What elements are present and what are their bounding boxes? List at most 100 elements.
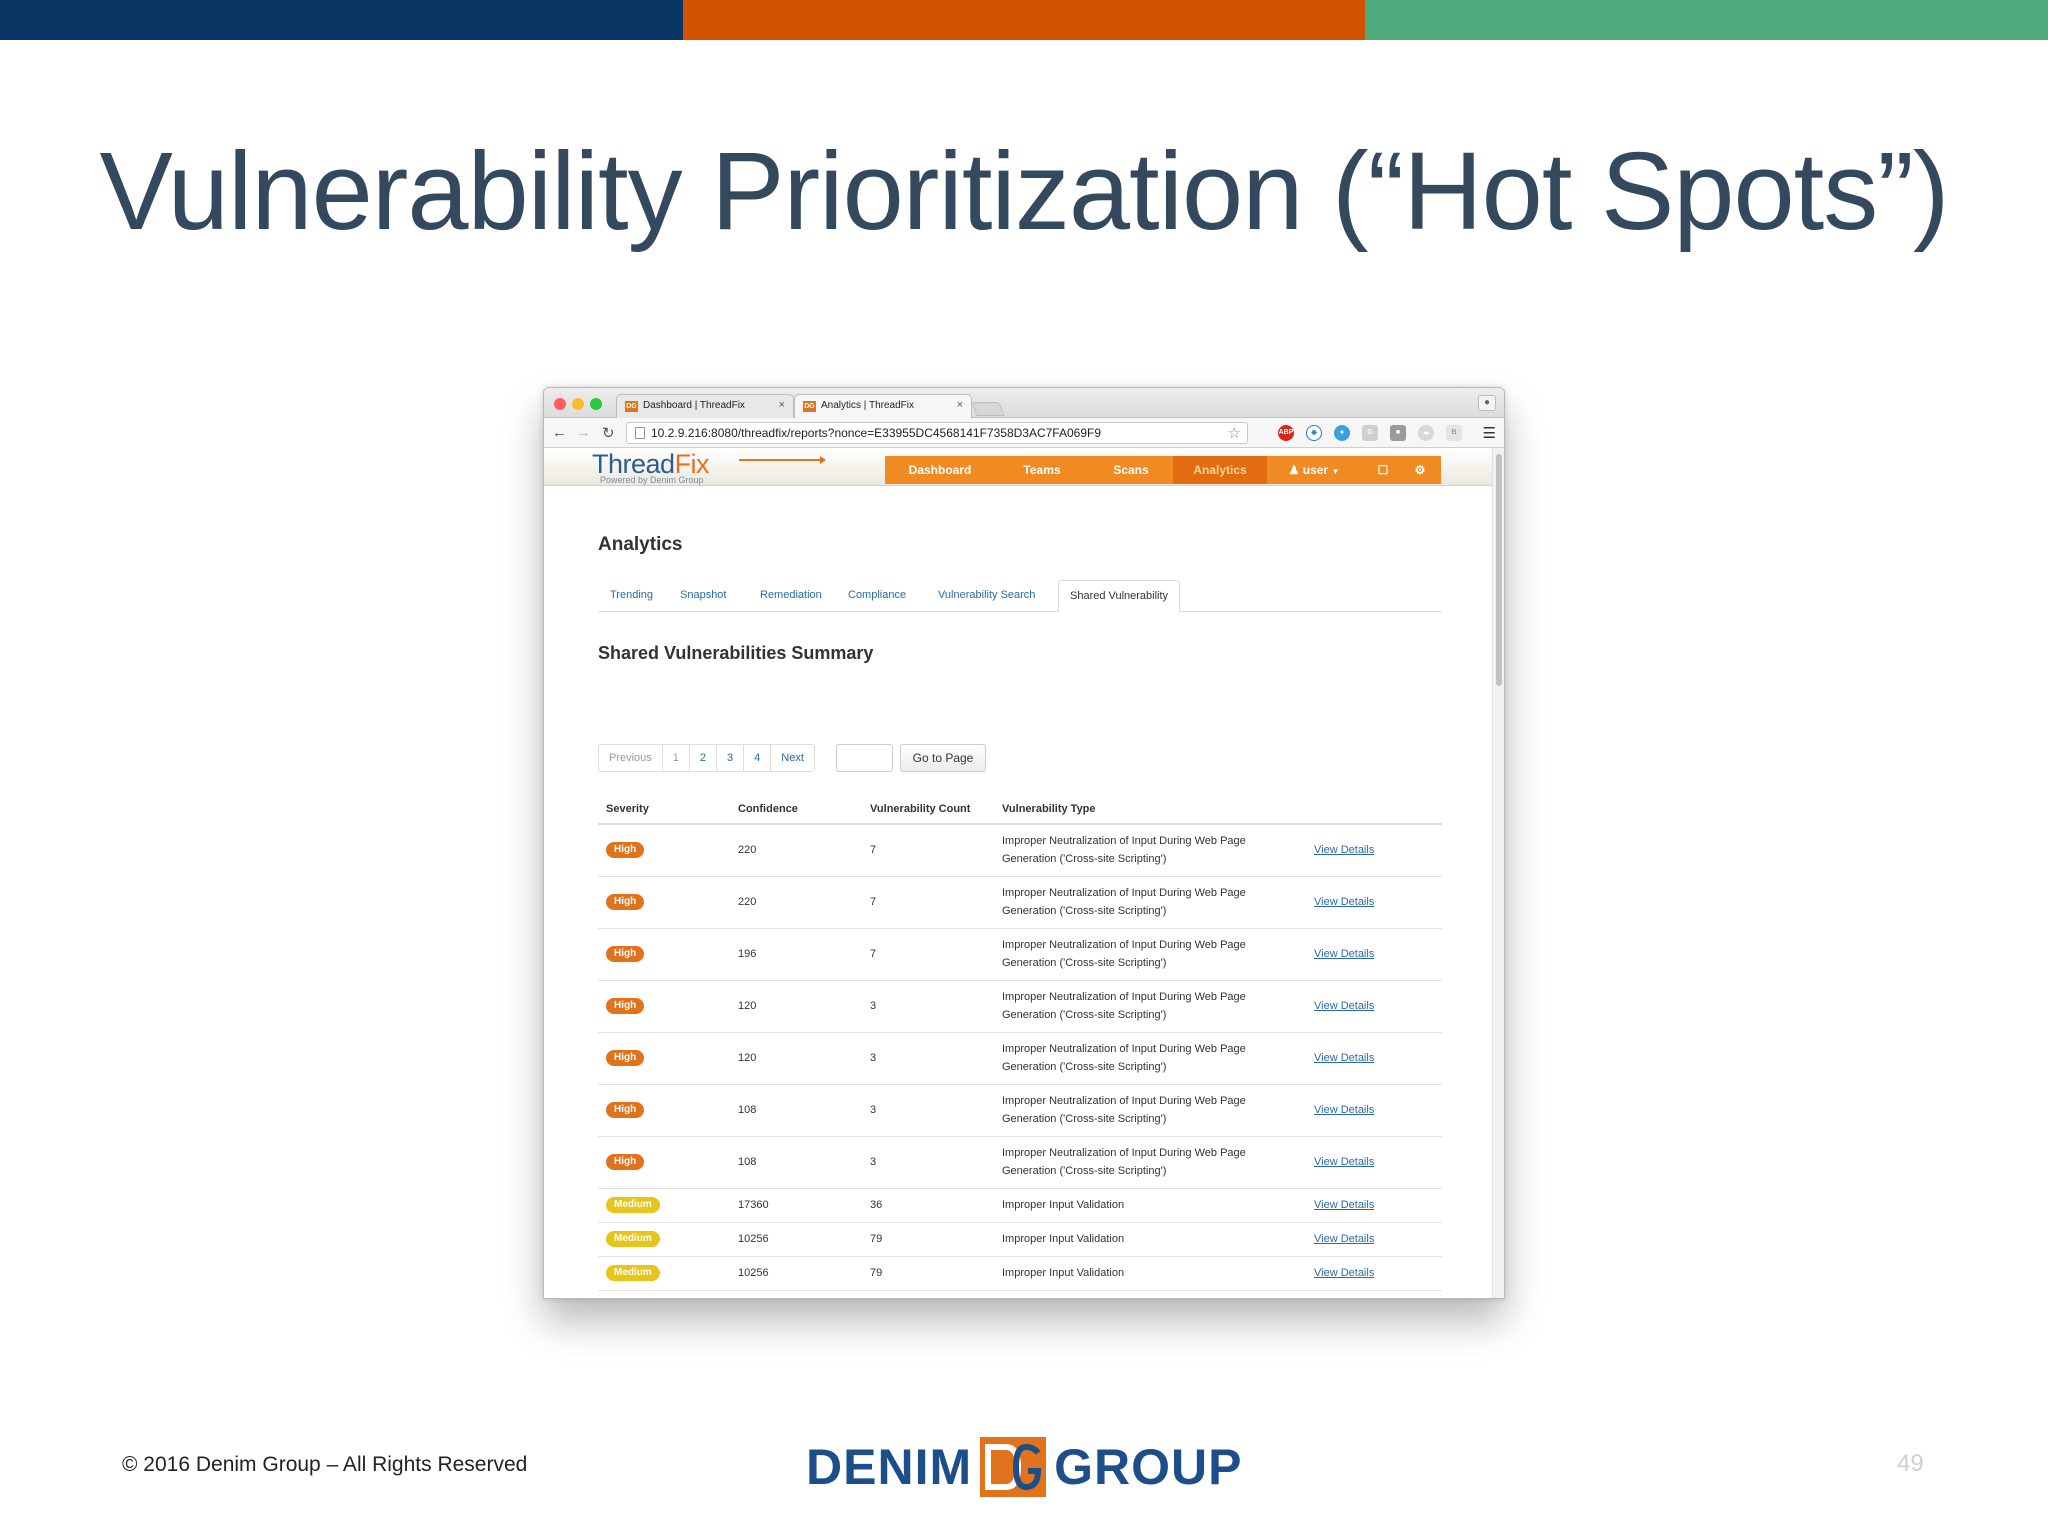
confidence-cell: 120 — [730, 980, 862, 1033]
nav-analytics[interactable]: Analytics — [1173, 456, 1267, 484]
extension-icon[interactable]: B — [1446, 425, 1462, 441]
tab-trending[interactable]: Trending — [610, 589, 653, 601]
tab-snapshot[interactable]: Snapshot — [680, 589, 726, 601]
type-cell: Improper Neutralization of Input During … — [994, 876, 1306, 929]
tab-compliance[interactable]: Compliance — [848, 589, 906, 601]
column-actions — [1306, 794, 1442, 825]
nav-dashboard[interactable]: Dashboard — [885, 456, 995, 484]
type-cell: Improper Input Validation — [994, 1222, 1306, 1257]
caret-down-icon: ▼ — [1331, 467, 1340, 476]
nav-user-menu[interactable]: ♟ user ▼ — [1267, 456, 1361, 484]
pager-page-1[interactable]: 1 — [661, 744, 690, 772]
minimize-window-button[interactable] — [572, 398, 584, 410]
severity-badge: High — [606, 1154, 645, 1170]
nav-scans[interactable]: Scans — [1089, 456, 1173, 484]
extension-icon[interactable]: ☁ — [1418, 425, 1434, 441]
extension-icon[interactable]: G — [1362, 425, 1378, 441]
go-to-page-button[interactable]: Go to Page — [900, 744, 986, 772]
table-row: Medium 10256 79 Improper Input Validatio… — [598, 1256, 1442, 1291]
table-row: High 120 3 Improper Neutralization of In… — [598, 980, 1442, 1033]
view-details-link[interactable]: View Details — [1314, 1233, 1374, 1245]
bookmark-star-icon[interactable]: ☆ — [1228, 424, 1241, 442]
page-icon — [635, 427, 645, 439]
pager-next[interactable]: Next — [770, 744, 815, 772]
table-row: High 196 7 Improper Neutralization of In… — [598, 928, 1442, 981]
view-details-link[interactable]: View Details — [1314, 1000, 1374, 1012]
gear-icon[interactable]: ⚙ — [1405, 456, 1435, 484]
type-cell: Improper Neutralization of Input During … — [994, 824, 1306, 877]
view-details-link[interactable]: View Details — [1314, 1267, 1374, 1279]
table-row: High 220 7 Improper Neutralization of In… — [598, 876, 1442, 929]
shared-vulnerabilities-table: Severity Confidence Vulnerability Count … — [598, 794, 1442, 1291]
type-cell: Improper Neutralization of Input During … — [994, 1032, 1306, 1085]
pager-page-2[interactable]: 2 — [688, 744, 718, 772]
back-icon[interactable]: ← — [552, 424, 567, 441]
close-window-button[interactable] — [554, 398, 566, 410]
browser-tab-analytics[interactable]: DG Analytics | ThreadFix × — [794, 394, 972, 418]
table-row: High 108 3 Improper Neutralization of In… — [598, 1084, 1442, 1137]
forward-icon[interactable]: → — [576, 424, 591, 441]
new-tab-button[interactable] — [971, 402, 1005, 416]
view-details-link[interactable]: View Details — [1314, 844, 1374, 856]
confidence-cell: 220 — [730, 824, 862, 877]
menu-icon[interactable]: ☰ — [1483, 424, 1496, 442]
threadfix-favicon-icon: DG — [625, 401, 638, 412]
column-confidence[interactable]: Confidence — [730, 794, 862, 825]
abp-icon[interactable]: ABP — [1278, 425, 1294, 441]
column-vulnerability-count[interactable]: Vulnerability Count — [862, 794, 994, 825]
count-cell: 7 — [862, 876, 994, 929]
close-tab-icon[interactable]: × — [957, 399, 963, 411]
page-scrollbar[interactable] — [1492, 448, 1504, 1298]
column-vulnerability-type[interactable]: Vulnerability Type — [994, 794, 1306, 825]
browser-tab-strip: DG Dashboard | ThreadFix × DG Analytics … — [544, 388, 1504, 418]
view-details-link[interactable]: View Details — [1314, 1156, 1374, 1168]
logo-word-group: GROUP — [1054, 1439, 1243, 1495]
tab-remediation[interactable]: Remediation — [760, 589, 822, 601]
tab-shared-vulnerability[interactable]: Shared Vulnerability — [1058, 580, 1181, 613]
confidence-cell: 196 — [730, 928, 862, 981]
view-details-link[interactable]: View Details — [1314, 948, 1374, 960]
analytics-tabs: Trending Snapshot Remediation Compliance… — [598, 580, 1442, 613]
column-severity[interactable]: Severity — [598, 794, 730, 825]
notification-icon[interactable]: ☐ — [1361, 456, 1405, 484]
pager-page-3[interactable]: 3 — [716, 744, 745, 772]
table-row: High 108 3 Improper Neutralization of In… — [598, 1136, 1442, 1189]
extension-icon[interactable]: ● — [1334, 425, 1350, 441]
maximize-window-button[interactable] — [590, 398, 602, 410]
pager-page-4[interactable]: 4 — [743, 744, 772, 772]
page-number-input[interactable] — [836, 744, 893, 772]
view-details-link[interactable]: View Details — [1314, 1199, 1374, 1211]
type-cell: Improper Input Validation — [994, 1188, 1306, 1223]
threadfix-header: ThreadFix Powered by Denim Group Dashboa… — [544, 448, 1504, 486]
pager-previous[interactable]: Previous — [598, 744, 663, 772]
close-tab-icon[interactable]: × — [779, 399, 785, 411]
nav-teams[interactable]: Teams — [995, 456, 1089, 484]
confidence-cell: 10256 — [730, 1256, 862, 1291]
table-row: Medium 17360 36 Improper Input Validatio… — [598, 1188, 1442, 1223]
view-details-link[interactable]: View Details — [1314, 1104, 1374, 1116]
denim-group-logo: DENIM GROUP — [806, 1434, 1242, 1500]
page-title: Analytics — [598, 534, 683, 555]
browser-window: DG Dashboard | ThreadFix × DG Analytics … — [543, 387, 1505, 1299]
tab-vulnerability-search[interactable]: Vulnerability Search — [938, 589, 1035, 601]
type-cell: Improper Neutralization of Input During … — [994, 980, 1306, 1033]
extension-icon[interactable]: ■ — [1390, 425, 1406, 441]
severity-badge: Medium — [606, 1231, 660, 1247]
profile-icon[interactable]: ● — [1478, 395, 1496, 411]
threadfix-favicon-icon: DG — [803, 401, 816, 412]
type-cell: Improper Neutralization of Input During … — [994, 1136, 1306, 1189]
severity-badge: High — [606, 998, 645, 1014]
reload-icon[interactable]: ↻ — [602, 424, 615, 442]
extension-icon[interactable]: ❋ — [1306, 425, 1322, 441]
count-cell: 7 — [862, 824, 994, 877]
browser-tab-dashboard[interactable]: DG Dashboard | ThreadFix × — [616, 394, 794, 418]
user-label: user — [1302, 463, 1329, 477]
scrollbar-thumb[interactable] — [1496, 454, 1502, 686]
view-details-link[interactable]: View Details — [1314, 1052, 1374, 1064]
view-details-link[interactable]: View Details — [1314, 896, 1374, 908]
confidence-cell: 108 — [730, 1136, 862, 1189]
confidence-cell: 220 — [730, 876, 862, 929]
table-row: Medium 10256 79 Improper Input Validatio… — [598, 1222, 1442, 1257]
url-input[interactable]: 10.2.9.216:8080/threadfix/reports?nonce=… — [626, 422, 1248, 444]
color-bar-orange — [682, 0, 1366, 40]
